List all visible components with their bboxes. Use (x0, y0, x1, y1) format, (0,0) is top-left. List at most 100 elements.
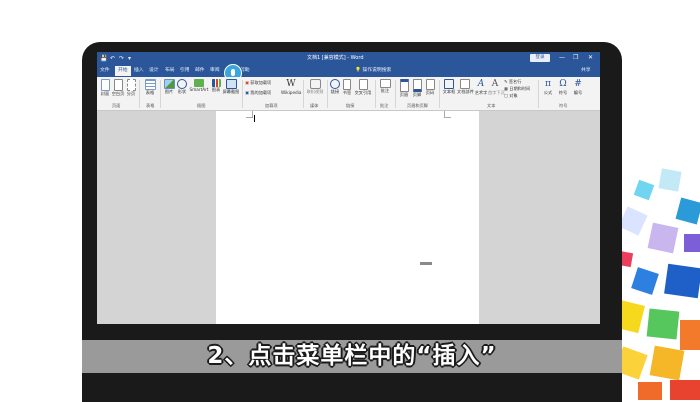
group-label-pages: 页面 (112, 103, 121, 108)
comment-button[interactable]: 批注 (378, 79, 392, 93)
group-label-comments: 批注 (380, 103, 389, 108)
ribbon: 封面 空白页 分页 页面 表格 表格 图片 形状 SmartArt 图表 屏幕截… (97, 77, 600, 111)
wordart-icon: A (477, 79, 485, 89)
tab-design[interactable]: 设计 (149, 66, 159, 76)
quick-parts-icon (460, 79, 470, 89)
tab-layout[interactable]: 布局 (165, 66, 175, 76)
text-cursor (254, 115, 255, 122)
blank-page-icon (113, 79, 123, 91)
screenshot-button[interactable]: 屏幕截图 (222, 79, 240, 94)
page-break-button[interactable]: 分页 (125, 79, 137, 96)
globe-link-icon (330, 79, 340, 89)
table-button[interactable]: 表格 (143, 79, 157, 95)
group-label-addins: 加载项 (265, 103, 278, 108)
margin-mark (444, 111, 451, 118)
table-icon (144, 79, 156, 90)
group-divider (139, 80, 140, 108)
footer-button[interactable]: 页脚 (411, 79, 423, 97)
footer-icon (412, 79, 422, 92)
bookmark-icon (343, 79, 351, 90)
group-divider (538, 80, 539, 108)
signature-line-button[interactable]: ✎ 签名行 (504, 79, 521, 85)
text-box-button[interactable]: 文本框 (442, 79, 456, 94)
group-divider (160, 80, 161, 108)
video-icon (309, 79, 321, 89)
minimize-icon[interactable]: — (559, 53, 565, 63)
group-label-text: 文本 (487, 103, 496, 108)
tab-references[interactable]: 引用 (180, 66, 190, 76)
document-area (97, 111, 600, 324)
page-break-icon (126, 79, 136, 91)
equation-button[interactable]: π 公式 (541, 79, 555, 95)
save-icon[interactable]: 💾 (100, 54, 107, 63)
group-label-symbols: 符号 (559, 103, 568, 108)
get-addins-button[interactable]: ▣ 获取加载项 (245, 80, 271, 86)
shapes-button[interactable]: 形状 (176, 79, 188, 94)
ribbon-tabs: 文件 开始 插入 设计 布局 引用 邮件 审阅 视图 帮助 💡 操作说明搜索 共… (97, 65, 600, 77)
my-addins-button[interactable]: ▣ 我的加载项 (245, 90, 271, 96)
page-number-button[interactable]: 页码 (424, 79, 436, 95)
tab-home[interactable]: 开始 (115, 66, 131, 76)
margin-mark (246, 111, 253, 118)
caption-text: 2、点击菜单栏中的“插入” (207, 343, 497, 369)
wordart-button[interactable]: A 艺术字 (474, 79, 488, 95)
group-divider (375, 80, 376, 108)
word-window: 💾 ↶ ↷ ▾ 文档1 [兼容模式] - Word 登录 — ❐ ✕ 文件 开始… (97, 52, 600, 324)
pictures-button[interactable]: 图片 (163, 79, 175, 94)
window-title: 文档1 [兼容模式] - Word (307, 55, 364, 61)
symbol-button[interactable]: Ω 符号 (556, 79, 570, 95)
wikipedia-button[interactable]: W Wikipedia (281, 79, 301, 95)
chart-icon (211, 79, 221, 87)
group-label-links: 链接 (346, 103, 355, 108)
smartart-icon (194, 79, 204, 87)
date-time-button[interactable]: ▦ 日期和时间 (504, 86, 530, 92)
header-button[interactable]: 页眉 (398, 79, 410, 97)
group-divider (439, 80, 440, 108)
login-button[interactable]: 登录 (530, 54, 550, 62)
cover-page-button[interactable]: 封面 (99, 79, 111, 96)
cross-reference-button[interactable]: 交叉引用 (353, 79, 373, 95)
group-label-illustrations: 插图 (197, 103, 206, 108)
omega-icon: Ω (559, 79, 567, 89)
online-video-button[interactable]: 联机视频 (305, 79, 325, 94)
chart-button[interactable]: 图表 (210, 79, 222, 92)
cover-page-icon (100, 79, 110, 91)
tab-insert[interactable]: 插入 (134, 66, 144, 76)
redo-icon[interactable]: ↷ (119, 54, 124, 63)
tab-review[interactable]: 审阅 (210, 66, 220, 76)
caption-bar: 2、点击菜单栏中的“插入” (82, 340, 622, 373)
cross-reference-icon (358, 79, 368, 90)
screenshot-icon (225, 79, 237, 89)
tab-mailings[interactable]: 邮件 (195, 66, 205, 76)
group-divider (395, 80, 396, 108)
picture-icon (163, 79, 175, 89)
header-icon (399, 79, 409, 92)
number-icon: # (574, 79, 582, 89)
shapes-icon (177, 79, 187, 89)
drop-cap-button[interactable]: A 首字下沉 (488, 79, 505, 95)
quick-parts-button[interactable]: 文档部件 (457, 79, 474, 94)
tell-me-search[interactable]: 💡 操作说明搜索 (355, 66, 391, 76)
close-icon[interactable]: ✕ (588, 53, 593, 63)
document-page[interactable] (216, 111, 479, 324)
group-divider (303, 80, 304, 108)
numbering-button[interactable]: # 编号 (571, 79, 585, 95)
pi-icon: π (545, 79, 551, 89)
horizontal-scrollbar[interactable] (420, 262, 432, 265)
smartart-button[interactable]: SmartArt (189, 79, 209, 92)
object-button[interactable]: ▢ 对象 (504, 93, 518, 99)
share-button[interactable]: 共享 (581, 66, 591, 76)
group-label-tables: 表格 (146, 103, 155, 108)
blank-page-button[interactable]: 空白页 (111, 79, 125, 96)
title-bar: 💾 ↶ ↷ ▾ 文档1 [兼容模式] - Word 登录 — ❐ ✕ (97, 52, 600, 65)
customize-toolbar-icon[interactable]: ▾ (128, 54, 131, 63)
group-label-media: 媒体 (310, 103, 319, 108)
tab-file[interactable]: 文件 (100, 66, 110, 76)
drop-cap-icon: A (491, 79, 499, 89)
bookmark-button[interactable]: 书签 (341, 79, 353, 95)
link-button[interactable]: 链接 (329, 79, 341, 94)
undo-icon[interactable]: ↶ (110, 54, 115, 63)
maximize-icon[interactable]: ❐ (573, 53, 578, 63)
text-box-icon (444, 79, 454, 89)
wikipedia-icon: W (286, 79, 296, 89)
